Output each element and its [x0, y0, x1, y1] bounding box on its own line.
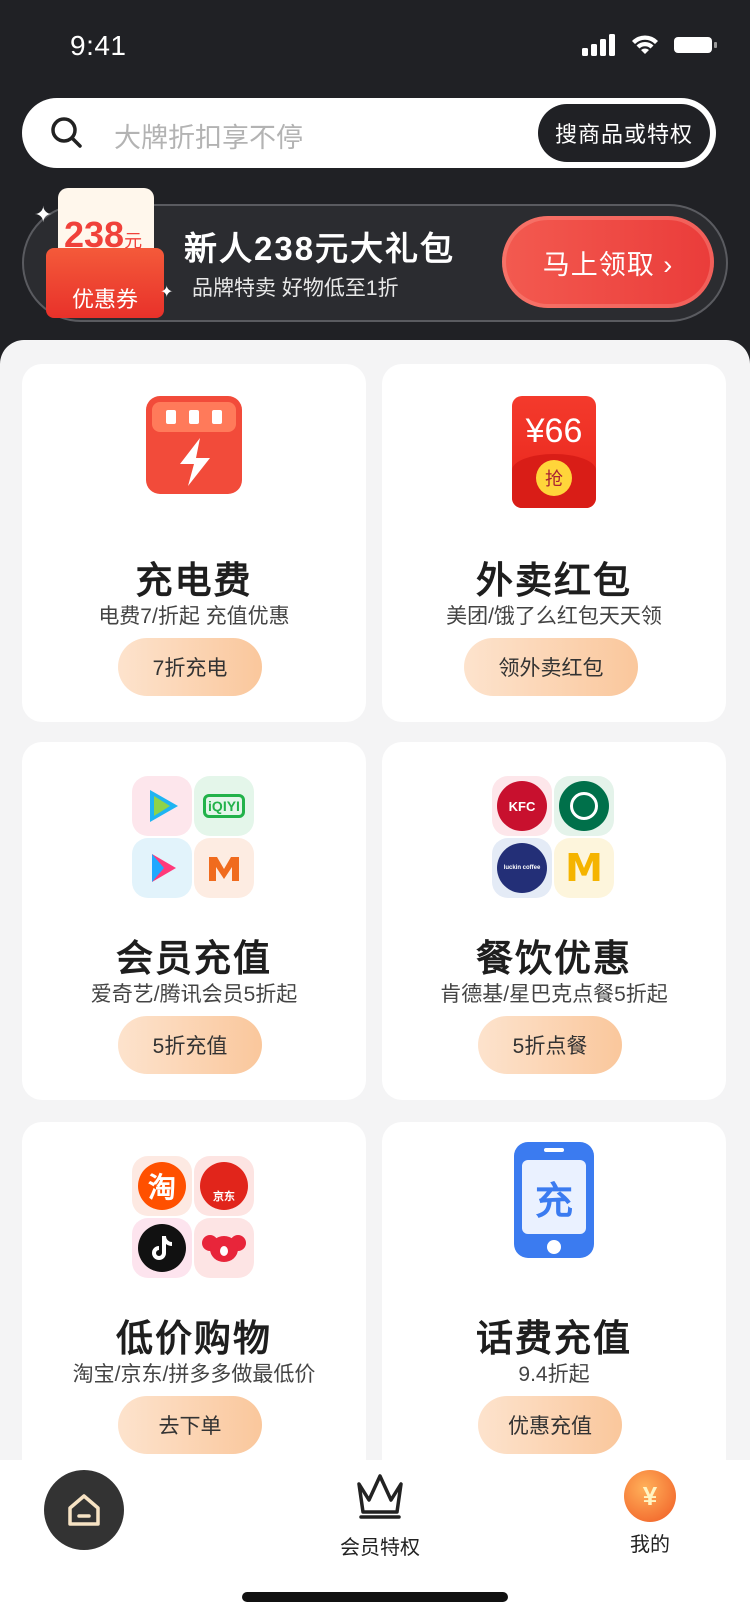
card-description: 9.4折起 [518, 1363, 590, 1386]
tab-bar: 会员特权 ¥ 我的 [0, 1460, 750, 1624]
card-action-button[interactable]: 优惠充值 [478, 1396, 622, 1454]
card-description: 爱奇艺/腾讯会员5折起 [90, 983, 298, 1006]
card-dining[interactable]: KFC luckin coffee M 餐饮优惠 肯德基/星巴克点餐5折起 5折… [382, 742, 726, 1100]
jd-icon: 京东 [194, 1156, 254, 1216]
battery-icon [674, 37, 717, 53]
card-phone-recharge[interactable]: 充 话费充值 9.4折起 优惠充值 [382, 1122, 726, 1480]
jd-logo-text: 京东 [213, 1191, 235, 1203]
luckin-logo-text: luckin coffee [503, 865, 541, 871]
card-icon-wrap: 充 [382, 1142, 726, 1258]
grab-badge: 抢 [536, 460, 572, 496]
card-icon-wrap [22, 396, 366, 494]
card-shopping[interactable]: 淘 京东 低价购物 淘宝/京东/拼多多做最低价 去下单 [22, 1122, 366, 1480]
sparkle-icon: ✦ [160, 284, 174, 301]
taobao-logo-text: 淘 [147, 1172, 176, 1203]
coupon-unit: 元 [124, 231, 143, 251]
card-title: 会员充值 [116, 938, 272, 979]
food-brands-icon: KFC luckin coffee M [492, 776, 616, 900]
coupon-value: 238元 [64, 214, 142, 256]
status-icons [582, 34, 718, 56]
tab-home[interactable] [44, 1470, 124, 1550]
mcdonalds-logo-text: M [565, 846, 603, 890]
phone-recharge-icon: 充 [514, 1142, 594, 1258]
card-takeout-redpacket[interactable]: ¥66 抢 外卖红包 美团/饿了么红包天天领 领外卖红包 [382, 364, 726, 722]
card-action-button[interactable]: 5折点餐 [478, 1016, 622, 1074]
crown-icon [357, 1474, 403, 1519]
search-button[interactable]: 搜商品或特权 [538, 104, 710, 162]
card-action-button[interactable]: 5折充值 [118, 1016, 262, 1074]
tencent-video-icon [132, 776, 192, 836]
card-description: 电费7/折起 充值优惠 [98, 605, 290, 628]
card-title: 话费充值 [476, 1318, 632, 1359]
coupon-label: 优惠券 [71, 287, 138, 312]
card-title: 低价购物 [116, 1318, 272, 1359]
coin-icon: ¥ [624, 1470, 676, 1522]
card-membership[interactable]: iQIYI 会员充值 爱奇艺/腾讯会员5折起 5折充值 [22, 742, 366, 1100]
youku-icon [132, 838, 192, 898]
tab-mine-label: 我的 [630, 1534, 670, 1556]
video-apps-icon: iQIYI [132, 776, 256, 900]
search-input[interactable]: 大牌折扣享不停 [114, 116, 303, 155]
card-action-button[interactable]: 领外卖红包 [464, 638, 638, 696]
home-icon [68, 1494, 100, 1526]
recharge-glyph: 充 [534, 1180, 573, 1223]
status-bar: 9:41 [0, 0, 750, 96]
koala-icon [194, 1218, 254, 1278]
tab-member-label: 会员特权 [340, 1537, 420, 1559]
tiktok-icon [132, 1218, 192, 1278]
coupon-badge: 238元 优惠券 [46, 188, 164, 318]
card-title: 外卖红包 [476, 560, 632, 601]
search-icon [51, 117, 82, 148]
promo-subtitle: 品牌特卖 好物低至1折 [192, 277, 399, 300]
mcdonalds-icon: M [554, 838, 614, 898]
tab-mine[interactable]: ¥ 我的 [600, 1470, 700, 1557]
mango-tv-icon [194, 838, 254, 898]
card-description: 淘宝/京东/拼多多做最低价 [72, 1363, 316, 1386]
sparkle-icon: ✦ [34, 202, 53, 227]
tab-member[interactable]: 会员特权 [330, 1470, 430, 1560]
home-indicator [242, 1592, 508, 1602]
claim-button[interactable]: 马上领取 › [502, 216, 714, 308]
promo-title: 新人238元大礼包 [184, 230, 456, 267]
content-area: 充电费 电费7/折起 充值优惠 7折充电 ¥66 抢 外卖红包 美团/饿了么红包… [0, 340, 750, 1480]
starbucks-icon [554, 776, 614, 836]
shopping-apps-icon: 淘 京东 [132, 1156, 256, 1280]
charging-icon [146, 396, 242, 494]
coupon-amount: 238 [64, 214, 125, 255]
card-title: 充电费 [135, 560, 253, 601]
taobao-icon: 淘 [132, 1156, 192, 1216]
iqiyi-icon: iQIYI [194, 776, 254, 836]
kfc-icon: KFC [492, 776, 552, 836]
luckin-coffee-icon: luckin coffee [492, 838, 552, 898]
search-bar[interactable]: 大牌折扣享不停 搜商品或特权 [22, 98, 716, 168]
status-time: 9:41 [70, 30, 127, 61]
cellular-signal-icon [582, 34, 615, 56]
red-envelope-amount: ¥66 [525, 412, 583, 450]
card-electricity[interactable]: 充电费 电费7/折起 充值优惠 7折充电 [22, 364, 366, 722]
coin-glyph: ¥ [642, 1480, 658, 1511]
card-action-button[interactable]: 7折充电 [118, 638, 262, 696]
wifi-icon [632, 35, 658, 54]
kfc-logo-text: KFC [508, 798, 536, 814]
red-envelope-icon: ¥66 抢 [512, 396, 596, 508]
card-icon-wrap: ¥66 抢 [382, 396, 726, 508]
iqiyi-logo-text: iQIYI [203, 794, 245, 818]
card-action-button[interactable]: 去下单 [118, 1396, 262, 1454]
card-description: 肯德基/星巴克点餐5折起 [440, 983, 668, 1006]
card-description: 美团/饿了么红包天天领 [446, 605, 662, 628]
card-title: 餐饮优惠 [476, 938, 632, 979]
